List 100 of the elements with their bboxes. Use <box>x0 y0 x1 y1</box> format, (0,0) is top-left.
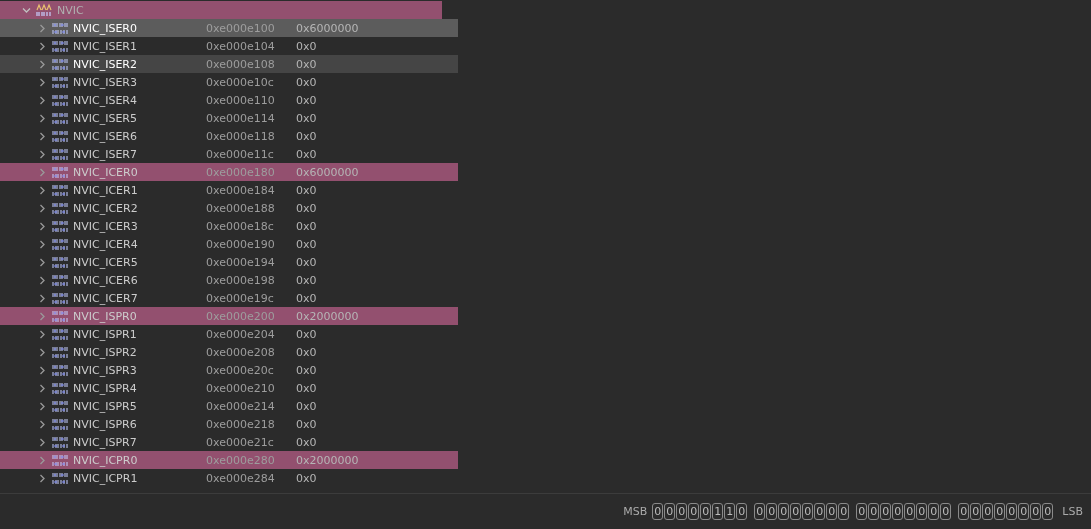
bit-toggle[interactable]: 0 <box>994 503 1006 520</box>
bit-toggle[interactable]: 0 <box>754 503 766 520</box>
register-row[interactable]: NVIC_ISPR4 0xe000e210 0x0 <box>0 379 458 397</box>
register-value: 0x0 <box>296 111 317 125</box>
register-name: NVIC_ICER1 <box>73 183 139 197</box>
bit-toggle[interactable]: 0 <box>802 503 814 520</box>
bit-toggle[interactable]: 0 <box>856 503 868 520</box>
register-row[interactable]: NVIC_ICER3 0xe000e18c 0x0 <box>0 217 458 235</box>
bit-toggle[interactable]: 0 <box>814 503 826 520</box>
bit-toggle[interactable]: 0 <box>1030 503 1042 520</box>
register-row[interactable]: NVIC_ISER2 0xe000e108 0x0 <box>0 55 458 73</box>
bit-toggle[interactable]: 0 <box>688 503 700 520</box>
register-address: 0xe000e210 <box>206 381 276 395</box>
register-row[interactable]: NVIC_ICER1 0xe000e184 0x0 <box>0 181 458 199</box>
bit-toggle[interactable]: 0 <box>928 503 940 520</box>
register-value: 0x2000000 <box>296 453 359 467</box>
register-row[interactable]: NVIC_ICER5 0xe000e194 0x0 <box>0 253 458 271</box>
chevron-down-icon[interactable] <box>22 5 31 15</box>
bit-toggle[interactable]: 1 <box>724 503 736 520</box>
bit-toggle[interactable]: 0 <box>736 503 748 520</box>
register-row[interactable]: NVIC_ISER4 0xe000e110 0x0 <box>0 91 458 109</box>
register-row[interactable]: NVIC_ISPR7 0xe000e21c 0x0 <box>0 433 458 451</box>
register-row[interactable]: NVIC_ISPR5 0xe000e214 0x0 <box>0 397 458 415</box>
register-row[interactable]: NVIC_ICER6 0xe000e198 0x0 <box>0 271 458 289</box>
register-value: 0x0 <box>296 381 317 395</box>
register-icon <box>52 201 68 215</box>
bit-toggle[interactable]: 1 <box>712 503 724 520</box>
register-row[interactable]: NVIC_ISPR3 0xe000e20c 0x0 <box>0 361 458 379</box>
bit-toggle[interactable]: 0 <box>664 503 676 520</box>
register-address: 0xe000e118 <box>206 129 276 143</box>
register-address: 0xe000e280 <box>206 453 276 467</box>
lsb-label: LSB <box>1062 505 1083 518</box>
register-row[interactable]: NVIC_ISER7 0xe000e11c 0x0 <box>0 145 458 163</box>
register-value: 0x2000000 <box>296 309 359 323</box>
register-address: 0xe000e19c <box>206 291 275 305</box>
bit-toggle[interactable]: 0 <box>868 503 880 520</box>
register-name: NVIC_ISPR4 <box>73 381 138 395</box>
register-row[interactable]: NVIC_ICER7 0xe000e19c 0x0 <box>0 289 458 307</box>
register-address: 0xe000e20c <box>206 363 275 377</box>
register-row[interactable]: NVIC_ISER0 0xe000e100 0x6000000 <box>0 19 458 37</box>
register-row[interactable]: NVIC_ISPR6 0xe000e218 0x0 <box>0 415 458 433</box>
bit-toggle[interactable]: 0 <box>676 503 688 520</box>
register-icon <box>52 57 68 71</box>
register-value: 0x0 <box>296 183 317 197</box>
register-row[interactable]: NVIC_ISPR2 0xe000e208 0x0 <box>0 343 458 361</box>
register-name: NVIC_ISPR0 <box>73 309 138 323</box>
register-value: 0x0 <box>296 345 317 359</box>
register-value: 0x0 <box>296 327 317 341</box>
bit-toggle[interactable]: 0 <box>838 503 850 520</box>
register-value: 0x0 <box>296 363 317 377</box>
bit-toggle[interactable]: 0 <box>958 503 970 520</box>
register-icon <box>52 291 68 305</box>
register-row[interactable]: NVIC_ICER0 0xe000e180 0x6000000 <box>0 163 458 181</box>
register-name: NVIC_ISER2 <box>73 57 138 71</box>
register-icon <box>52 327 68 341</box>
register-address: 0xe000e110 <box>206 93 276 107</box>
register-icon <box>52 183 68 197</box>
register-value: 0x0 <box>296 93 317 107</box>
register-icon <box>52 255 68 269</box>
register-row[interactable]: NVIC_ISPR0 0xe000e200 0x2000000 <box>0 307 458 325</box>
register-name: NVIC_ICER2 <box>73 201 139 215</box>
bit-toggle[interactable]: 0 <box>940 503 952 520</box>
register-address: 0xe000e194 <box>206 255 276 269</box>
register-value: 0x0 <box>296 39 317 53</box>
register-row[interactable]: NVIC_ICPR1 0xe000e284 0x0 <box>0 469 458 487</box>
register-row[interactable]: NVIC_ISER6 0xe000e118 0x0 <box>0 127 458 145</box>
register-row[interactable]: NVIC_ICER4 0xe000e190 0x0 <box>0 235 458 253</box>
register-row[interactable]: NVIC_ICPR0 0xe000e280 0x2000000 <box>0 451 458 469</box>
register-row[interactable]: NVIC_ISER3 0xe000e10c 0x0 <box>0 73 458 91</box>
bit-toggle[interactable]: 0 <box>652 503 664 520</box>
bit-toggle[interactable]: 0 <box>778 503 790 520</box>
register-address: 0xe000e108 <box>206 57 276 71</box>
register-address: 0xe000e214 <box>206 399 276 413</box>
register-row[interactable]: NVIC_ICER2 0xe000e188 0x0 <box>0 199 458 217</box>
register-icon <box>52 363 68 377</box>
register-value: 0x0 <box>296 471 317 485</box>
register-address: 0xe000e180 <box>206 165 276 179</box>
bit-toggle[interactable]: 0 <box>904 503 916 520</box>
register-icon <box>52 417 68 431</box>
bit-toggle[interactable]: 0 <box>892 503 904 520</box>
bit-toggle[interactable]: 0 <box>916 503 928 520</box>
bit-toggle[interactable]: 0 <box>1042 503 1054 520</box>
bit-toggle[interactable]: 0 <box>982 503 994 520</box>
bit-toggle[interactable]: 0 <box>1018 503 1030 520</box>
register-name: NVIC_ISER7 <box>73 147 138 161</box>
bit-toggle[interactable]: 0 <box>1006 503 1018 520</box>
bit-toggle[interactable]: 0 <box>700 503 712 520</box>
bit-toggle[interactable]: 0 <box>880 503 892 520</box>
register-name: NVIC_ISER0 <box>73 21 138 35</box>
bit-toggle[interactable]: 0 <box>826 503 838 520</box>
register-address: 0xe000e198 <box>206 273 276 287</box>
bit-toggle[interactable]: 0 <box>790 503 802 520</box>
register-address: 0xe000e190 <box>206 237 276 251</box>
bit-toggle[interactable]: 0 <box>766 503 778 520</box>
register-row[interactable]: NVIC_ISPR1 0xe000e204 0x0 <box>0 325 458 343</box>
register-row[interactable]: NVIC_ISER5 0xe000e114 0x0 <box>0 109 458 127</box>
register-value: 0x0 <box>296 201 317 215</box>
register-address: 0xe000e21c <box>206 435 275 449</box>
bit-toggle[interactable]: 0 <box>970 503 982 520</box>
register-row[interactable]: NVIC_ISER1 0xe000e104 0x0 <box>0 37 458 55</box>
